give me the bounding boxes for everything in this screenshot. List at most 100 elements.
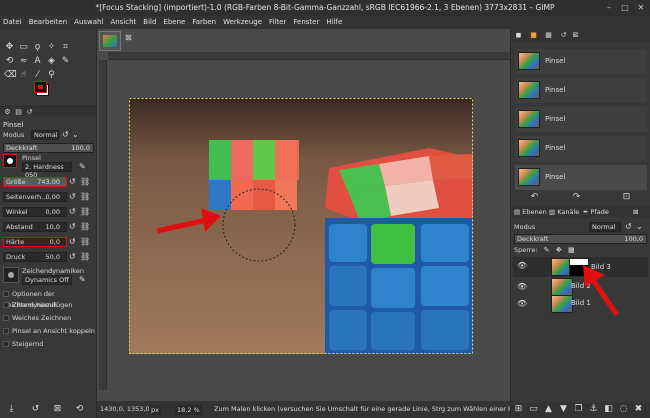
clear-history-icon[interactable]: ⊡ xyxy=(621,192,632,203)
angle-link-icon[interactable]: ⛓ xyxy=(80,207,90,216)
checkbox-incremental[interactable]: Steigernd xyxy=(3,339,95,350)
angle-reset-icon[interactable]: ↺ xyxy=(69,207,77,216)
new-layer-icon[interactable]: ⊞ xyxy=(513,404,524,415)
delete-options-icon[interactable]: ⊠ xyxy=(52,404,63,415)
chevron-down-icon[interactable]: ⌄ xyxy=(636,222,644,231)
transform-icon[interactable]: ⟲ xyxy=(4,56,15,67)
aspect-reset-icon[interactable]: ↺ xyxy=(69,192,77,201)
duplicate-layer-icon[interactable]: ❐ xyxy=(573,404,584,415)
history-item[interactable]: Pinsel xyxy=(515,78,647,103)
history-item[interactable]: Pinsel xyxy=(515,136,647,161)
lock-position-icon[interactable]: ✥ xyxy=(556,246,562,254)
close-icon[interactable]: ✕ xyxy=(636,3,646,13)
checkbox-icon[interactable] xyxy=(3,291,9,297)
menu-filter[interactable]: Filter xyxy=(269,16,286,29)
lower-layer-icon[interactable]: ▼ xyxy=(558,404,569,415)
hardness-slider[interactable]: Härte 0,0 xyxy=(3,237,67,247)
checkbox-smooth[interactable]: Weiches Zeichnen xyxy=(3,313,95,324)
mode-select[interactable]: Normal xyxy=(31,130,59,140)
image-tab-thumbnail[interactable] xyxy=(99,31,121,51)
minimize-icon[interactable]: – xyxy=(604,3,614,13)
smudge-icon[interactable]: ☝ xyxy=(18,70,29,81)
layers-mode-select[interactable]: Normal xyxy=(589,222,621,232)
force-reset-icon[interactable]: ↺ xyxy=(69,252,77,261)
paintbrush-icon[interactable]: ✎ xyxy=(60,56,71,67)
menu-werkzeuge[interactable]: Werkzeuge xyxy=(223,16,262,29)
vertical-ruler[interactable] xyxy=(99,60,107,390)
layers-mode-reset-icon[interactable]: ↺ xyxy=(625,222,633,231)
device-status-icon[interactable]: ▤ xyxy=(14,107,23,116)
fonts-tab-icon[interactable]: ▦ xyxy=(544,30,553,39)
checkbox-dynamics-options[interactable]: Optionen der Zeichendynamik xyxy=(3,289,95,309)
checkbox-icon[interactable] xyxy=(3,302,9,308)
image-canvas[interactable] xyxy=(129,98,473,354)
alpha-select-icon[interactable]: ◌ xyxy=(618,404,629,415)
visibility-eye-icon[interactable]: 👁 xyxy=(517,299,527,308)
history-item[interactable]: Pinsel xyxy=(515,49,647,74)
dynamics-edit-icon[interactable]: ✎ xyxy=(79,275,87,284)
aspect-slider[interactable]: Seitenverh... 0,00 xyxy=(3,192,67,202)
menu-fenster[interactable]: Fenster xyxy=(293,16,319,29)
menu-datei[interactable]: Datei xyxy=(3,16,22,29)
maximize-icon[interactable]: □ xyxy=(620,3,630,13)
undo-history-tab-icon[interactable]: ↺ xyxy=(25,107,34,116)
fg-color-swatch[interactable] xyxy=(34,81,47,93)
zoom-icon[interactable]: ⚲ xyxy=(46,70,57,81)
undo-icon[interactable]: ↶ xyxy=(529,192,540,203)
zoom-select[interactable]: 18,2 % xyxy=(175,405,202,415)
new-group-icon[interactable]: ▭ xyxy=(528,404,539,415)
menu-bearbeiten[interactable]: Bearbeiten xyxy=(29,16,67,29)
history-item[interactable]: Pinsel xyxy=(515,107,647,132)
menu-auswahl[interactable]: Auswahl xyxy=(74,16,103,29)
save-options-icon[interactable]: ⤓ xyxy=(6,404,17,415)
size-slider[interactable]: Größe 743,00 xyxy=(3,177,67,187)
spacing-reset-icon[interactable]: ↺ xyxy=(69,222,77,231)
warp-icon[interactable]: ≈ xyxy=(18,56,29,67)
checkbox-icon[interactable] xyxy=(3,315,9,321)
redo-icon[interactable]: ↷ xyxy=(571,192,582,203)
color-picker-icon[interactable]: ⁄ xyxy=(32,70,43,81)
lock-pixels-icon[interactable]: ✎ xyxy=(544,246,550,254)
brush-preview[interactable] xyxy=(3,154,17,168)
crop-icon[interactable]: ⌗ xyxy=(60,42,71,53)
brush-edit-icon[interactable]: ✎ xyxy=(79,162,87,171)
checkbox-icon[interactable] xyxy=(3,341,9,347)
visibility-eye-icon[interactable]: 👁 xyxy=(517,282,527,291)
bucket-fill-icon[interactable]: ◈ xyxy=(46,56,57,67)
close-image-tab-icon[interactable]: ⊠ xyxy=(125,33,132,42)
restore-options-icon[interactable]: ↺ xyxy=(30,404,41,415)
spacing-link-icon[interactable]: ⛓ xyxy=(80,222,90,231)
hardness-reset-icon[interactable]: ↺ xyxy=(69,237,77,246)
close-tab-icon[interactable]: ⊠ xyxy=(571,30,580,39)
rect-select-icon[interactable]: ▭ xyxy=(18,42,29,53)
dynamics-field[interactable]: Dynamics Off xyxy=(22,275,72,285)
unit-select[interactable]: px xyxy=(149,405,161,415)
menu-ebene[interactable]: Ebene xyxy=(163,16,185,29)
visibility-eye-icon[interactable]: 👁 xyxy=(517,261,527,270)
mask-layer-icon[interactable]: ◧ xyxy=(603,404,614,415)
size-reset-icon[interactable]: ↺ xyxy=(69,177,77,186)
text-tool-icon[interactable]: A xyxy=(32,56,43,67)
history-item-selected[interactable]: Pinsel xyxy=(515,165,647,190)
chevron-down-icon[interactable]: ⌄ xyxy=(72,130,80,139)
tab-kanaele[interactable]: ▥ Kanäle xyxy=(549,206,579,218)
lock-alpha-icon[interactable]: ▩ xyxy=(568,246,575,254)
angle-slider[interactable]: Winkel 0,00 xyxy=(3,207,67,217)
force-slider[interactable]: Druck 50,0 xyxy=(3,252,67,262)
checkbox-lock-to-view[interactable]: Pinsel an Ansicht koppeln xyxy=(3,326,95,337)
menu-bild[interactable]: Bild xyxy=(143,16,156,29)
checkbox-icon[interactable] xyxy=(3,328,9,334)
brush-name-field[interactable]: 2. Hardness 050 xyxy=(22,162,72,179)
menu-hilfe[interactable]: Hilfe xyxy=(326,16,342,29)
reset-options-icon[interactable]: ⟲ xyxy=(74,404,85,415)
opacity-slider[interactable]: Deckkraft 100,0 xyxy=(3,143,94,153)
menu-ansicht[interactable]: Ansicht xyxy=(110,16,136,29)
hardness-link-icon[interactable]: ⛓ xyxy=(80,237,90,246)
aspect-link-icon[interactable]: ⛓ xyxy=(80,192,90,201)
size-link-icon[interactable]: ⛓ xyxy=(80,177,90,186)
tab-pfade[interactable]: ✒ Pfade xyxy=(583,206,609,218)
layer-opacity-slider[interactable]: Deckkraft 100,0 xyxy=(514,234,647,244)
spacing-slider[interactable]: Abstand 10,0 xyxy=(3,222,67,232)
delete-layer-icon[interactable]: ✖ xyxy=(633,404,644,415)
tab-ebenen[interactable]: ▤ Ebenen xyxy=(514,206,547,218)
